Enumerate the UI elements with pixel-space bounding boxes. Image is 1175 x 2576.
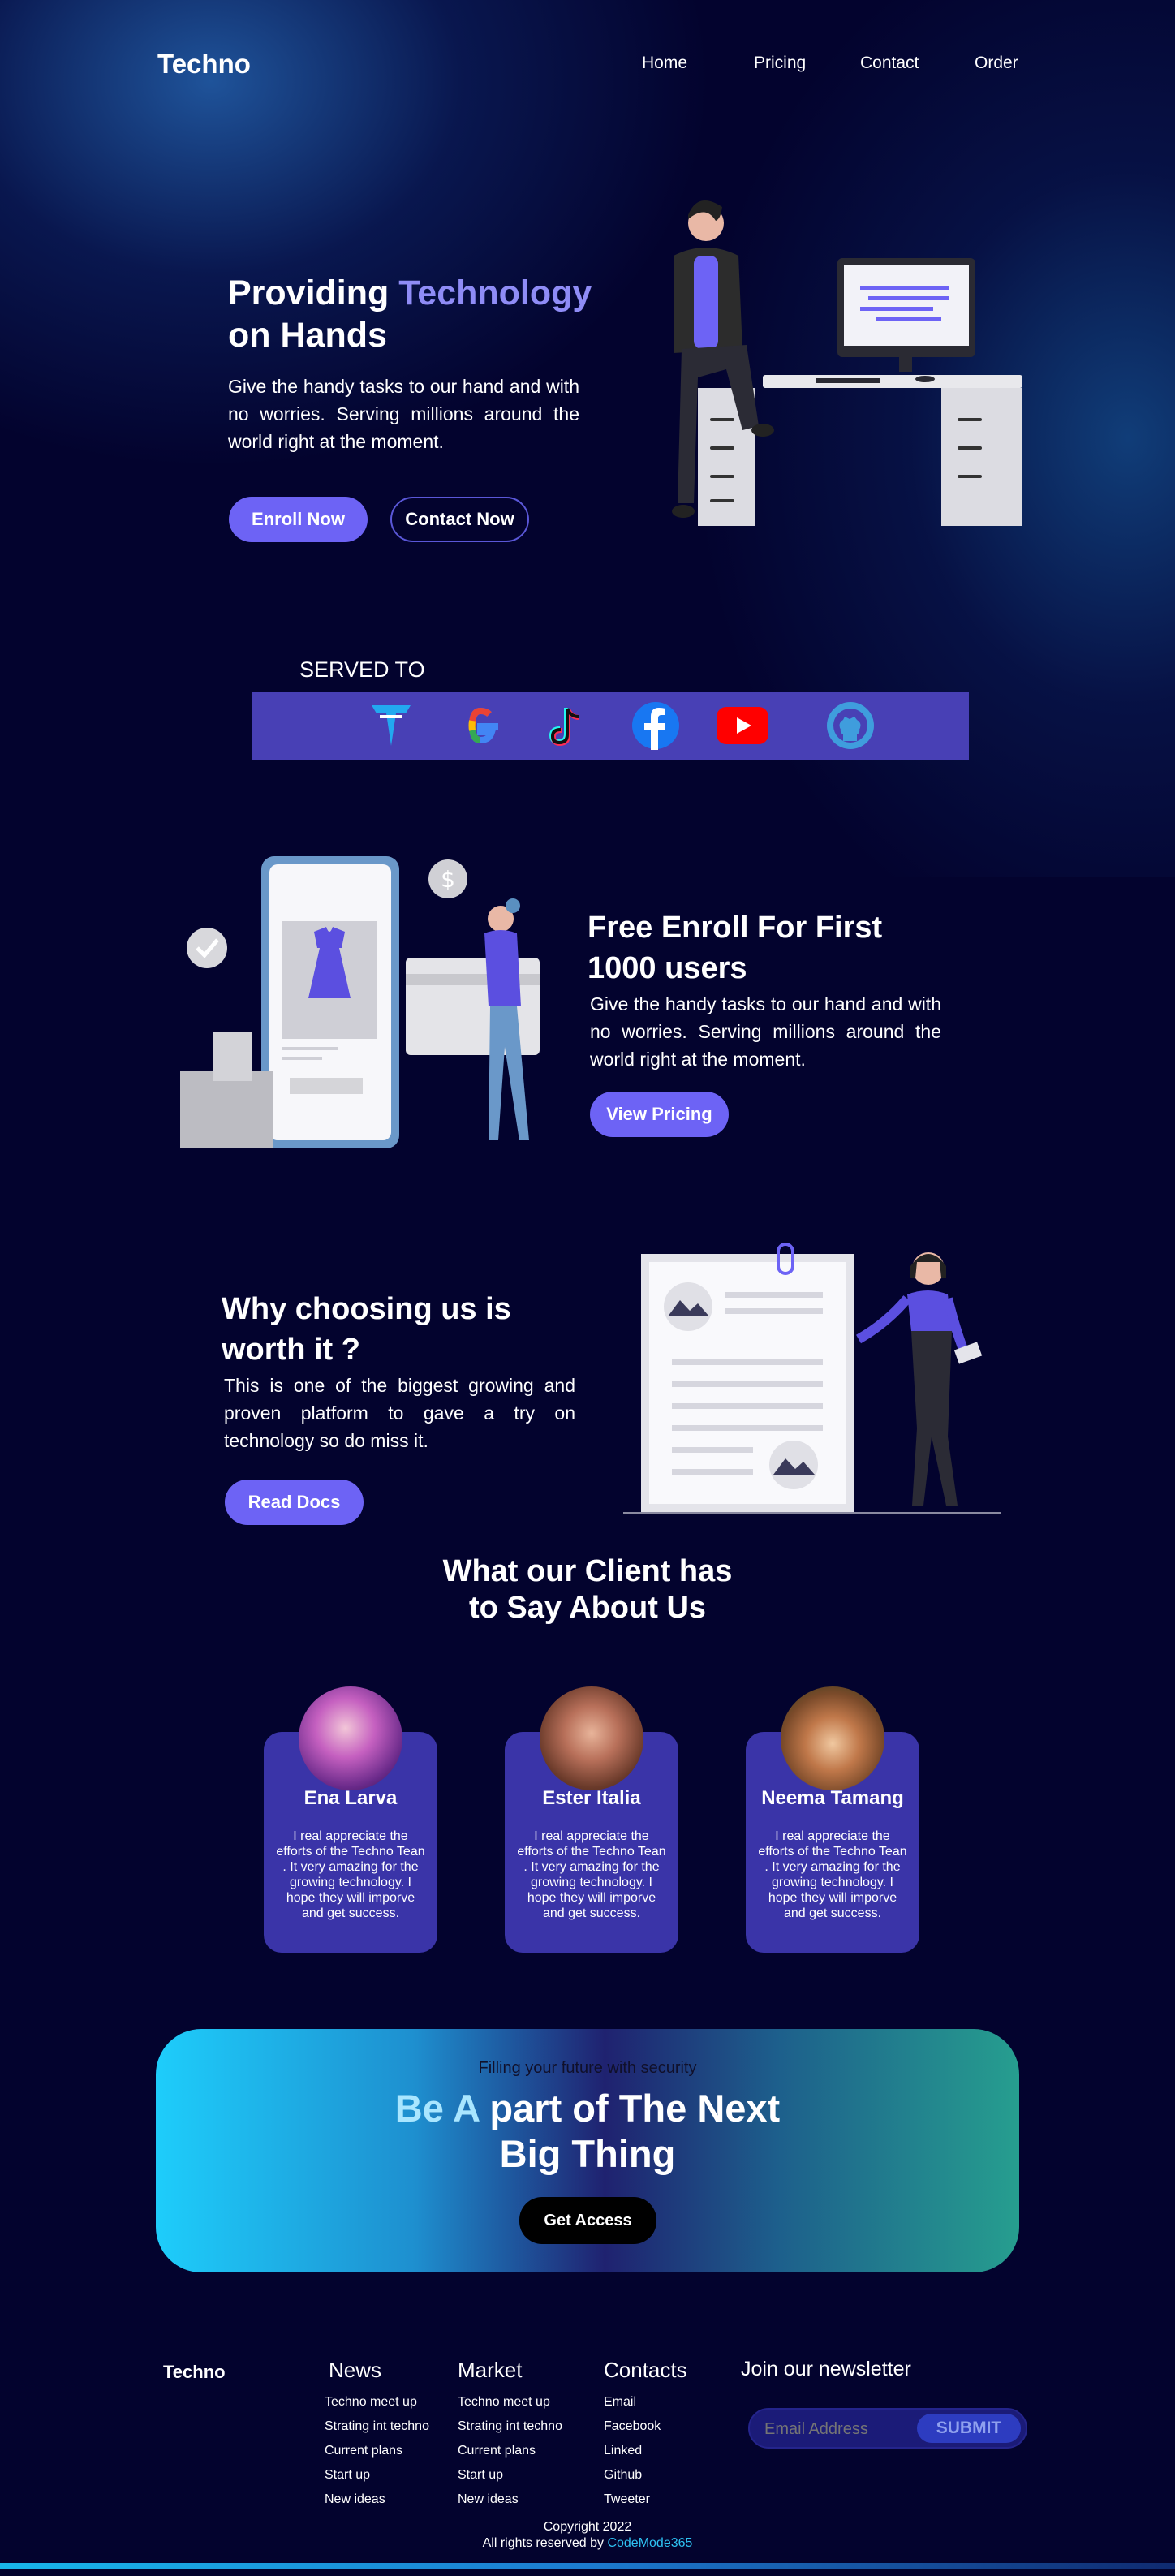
footer-link[interactable]: New ideas: [458, 2492, 519, 2507]
clients-title: What our Client has to Say About Us: [344, 1553, 831, 1626]
client-name: Ester Italia: [542, 1787, 641, 1809]
hero-title-part2: on Hands: [228, 316, 387, 355]
copyright: Copyright 2022: [543, 2520, 632, 2534]
client-avatar: [299, 1686, 402, 1790]
served-title: SERVED TO: [299, 657, 425, 682]
footer-link[interactable]: Facebook: [604, 2419, 661, 2434]
enroll-now-button[interactable]: Enroll Now: [229, 497, 368, 542]
shopping-illustration: $: [180, 856, 540, 1148]
nav-contact[interactable]: Contact: [860, 54, 919, 73]
cta-kicker: Filling your future with security: [478, 2059, 697, 2077]
clients-title-line2: to Say About Us: [468, 1591, 707, 1625]
footer-link[interactable]: Techno meet up: [458, 2395, 550, 2410]
footer-link[interactable]: Start up: [325, 2468, 370, 2483]
get-access-button[interactable]: Get Access: [519, 2197, 656, 2244]
footer-link[interactable]: Strating int techno: [458, 2419, 562, 2434]
submit-button[interactable]: SUBMIT: [917, 2414, 1021, 2443]
cta-title-accent: Be A: [394, 2087, 480, 2130]
hero-title-accent: Technology: [398, 274, 592, 312]
rights-line: All rights reserved by CodeMode365: [0, 2536, 1175, 2551]
veritasium-logo-icon: [363, 697, 420, 754]
contact-now-button[interactable]: Contact Now: [390, 497, 529, 542]
nav-pricing[interactable]: Pricing: [754, 54, 806, 73]
client-name: Ena Larva: [303, 1787, 398, 1809]
client-avatar: [781, 1686, 884, 1790]
facebook-logo-icon: [627, 697, 684, 754]
footer-link[interactable]: Current plans: [325, 2444, 402, 2458]
google-logo-icon: [452, 697, 509, 754]
footer-contacts-title: Contacts: [604, 2358, 687, 2382]
newsletter-form: SUBMIT: [748, 2408, 1027, 2449]
client-name: Neema Tamang: [761, 1787, 904, 1809]
email-input[interactable]: [763, 2418, 912, 2440]
footer-market-title: Market: [458, 2358, 523, 2382]
tiktok-logo-icon: [537, 697, 594, 754]
hero-text: Give the handy tasks to our hand and wit…: [228, 376, 579, 452]
enroll-text: Give the handy tasks to our hand and wit…: [590, 993, 941, 1070]
hero-title: Providing Technology on Hands: [228, 272, 650, 356]
hero-title-part1: Providing: [228, 274, 399, 312]
client-quote: I real appreciate the efforts of the Tec…: [517, 1829, 666, 1920]
cta-title: Be A part of The Next Big Thing: [156, 2086, 1019, 2177]
footer-brand[interactable]: Techno: [163, 2362, 226, 2383]
footer-link[interactable]: New ideas: [325, 2492, 385, 2507]
client-avatar: [540, 1686, 643, 1790]
nav-home[interactable]: Home: [642, 54, 687, 73]
footer-link[interactable]: Tweeter: [604, 2492, 650, 2507]
client-quote: I real appreciate the efforts of the Tec…: [276, 1829, 425, 1920]
why-text: This is one of the biggest growing and p…: [224, 1375, 575, 1451]
credit-link[interactable]: CodeMode365: [607, 2536, 692, 2550]
client-quote: I real appreciate the efforts of the Tec…: [758, 1829, 907, 1920]
view-pricing-button[interactable]: View Pricing: [590, 1092, 729, 1137]
rights-text: All rights reserved by: [482, 2536, 608, 2550]
hero-illustration: [672, 200, 1022, 526]
why-title: Why choosing us is worth it ?: [222, 1292, 511, 1367]
clients-title-line1: What our Client has: [442, 1554, 733, 1588]
newsletter-title: Join our newsletter: [741, 2358, 911, 2380]
footer-link[interactable]: Linked: [604, 2444, 642, 2458]
read-docs-button[interactable]: Read Docs: [225, 1480, 364, 1525]
nav-order[interactable]: Order: [975, 54, 1018, 73]
brand-logo[interactable]: Techno: [157, 49, 251, 80]
cta-title-line2: Big Thing: [499, 2132, 676, 2175]
footer-link[interactable]: Github: [604, 2468, 642, 2483]
footer-link[interactable]: Strating int techno: [325, 2419, 429, 2434]
footer-link[interactable]: Start up: [458, 2468, 503, 2483]
footer-link[interactable]: Techno meet up: [325, 2395, 417, 2410]
bottom-bar: [0, 2563, 1175, 2569]
footer-link[interactable]: Current plans: [458, 2444, 536, 2458]
document-illustration: [623, 1243, 1001, 1514]
github-logo-icon: [822, 697, 879, 754]
footer-link[interactable]: Email: [604, 2395, 636, 2410]
enroll-title: Free Enroll For First 1000 users: [588, 911, 883, 985]
cta-title-rest: part of The Next: [479, 2087, 781, 2130]
youtube-logo-icon: [714, 697, 771, 754]
footer-news-title: News: [329, 2358, 382, 2382]
svg-text:$: $: [441, 866, 455, 893]
